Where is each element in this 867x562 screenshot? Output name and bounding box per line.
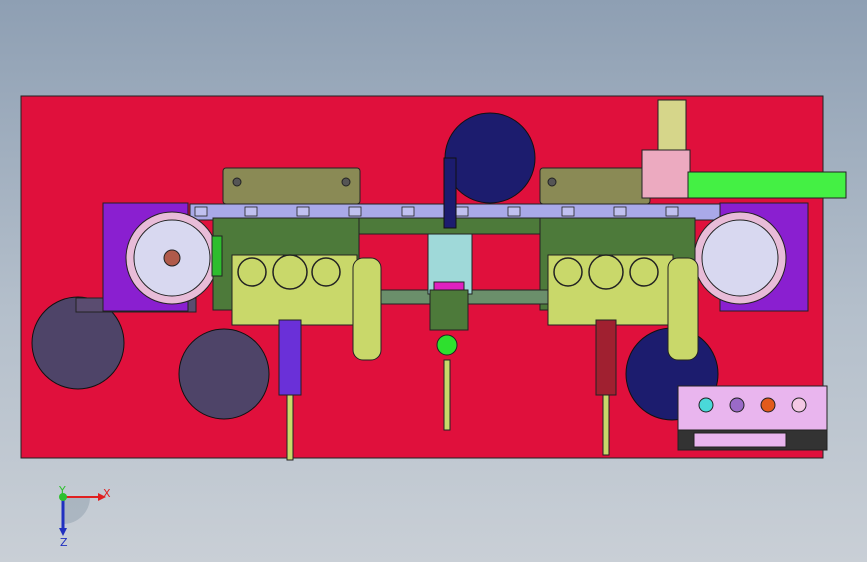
orange-indicator-icon [760,397,776,413]
right-cylinder-body [595,319,617,396]
right-gear-1 [553,257,583,287]
right-gear-2 [588,254,624,290]
center-arm [443,157,457,229]
cad-viewport[interactable]: X Y Z [0,0,867,562]
pink-indicator-icon [791,397,807,413]
left-gear-2 [272,254,308,290]
right-gear-3 [629,257,659,287]
green-cylinder [687,171,847,199]
top-bracket-left [222,167,361,205]
rear-grey-disk-left-2 [178,328,270,420]
y-axis-label: Y [58,484,66,497]
left-gear-1 [237,257,267,287]
x-axis-label: X [103,487,111,500]
rear-navy-disk-top [444,112,536,204]
bolt [232,177,242,187]
center-cylinder-rod [443,359,451,431]
bolt [547,177,557,187]
left-pulley [352,257,382,361]
left-cylinder-body [278,319,302,396]
control-panel-display [693,432,787,448]
center-green-hub [436,334,458,356]
bolt [341,177,351,187]
center-olive-block [429,289,469,331]
top-bracket-right [539,167,651,205]
xyz-orientation-triad-icon: X Y Z [58,484,111,549]
frame-green-tab [211,235,223,277]
left-gear-3 [311,257,341,287]
z-axis-label: Z [60,536,68,549]
right-sprocket-wheel [701,219,779,297]
purple-indicator-icon [729,397,745,413]
left-sprocket-hub [163,249,181,267]
cyan-indicator-icon [698,397,714,413]
actuator-pink-block [641,149,691,199]
right-pulley [667,257,699,361]
